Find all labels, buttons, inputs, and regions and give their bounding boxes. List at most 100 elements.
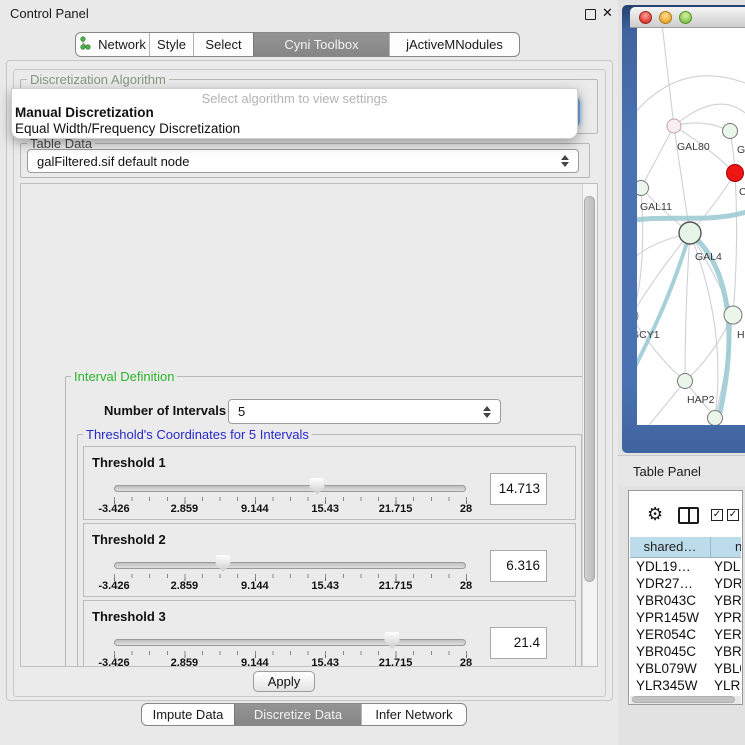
cell-shared-name[interactable]: YBL079W	[630, 661, 714, 678]
threshold-2-slider-track[interactable]	[114, 562, 466, 569]
table-row[interactable]: YBL079WYBL0	[630, 661, 741, 678]
tab-select[interactable]: Select	[193, 33, 253, 56]
cell-shared-name[interactable]: YER054C	[630, 627, 714, 644]
settings-scrollbar-thumb[interactable]	[584, 196, 595, 582]
tick-label: 9.144	[241, 657, 269, 667]
threshold-2-label: Threshold 2	[92, 532, 166, 547]
node-label-gal4: GAL4	[695, 251, 722, 263]
settings-scrollpane: Interval Definition Number of Intervals …	[20, 183, 598, 667]
gear-icon[interactable]: ⚙	[647, 504, 663, 525]
table-row[interactable]: YBR043CYBR0	[630, 593, 741, 610]
cell-shared-name[interactable]: YDR27…	[630, 576, 714, 593]
node-red	[727, 165, 744, 182]
tab-style[interactable]: Style	[149, 33, 193, 56]
cell-shared-name[interactable]: YBR043C	[630, 593, 714, 610]
threshold-2-value-field[interactable]: 6.316	[490, 550, 547, 582]
node-label-gal80: GAL80	[677, 141, 710, 153]
table-row[interactable]: YER054CYER0	[630, 627, 741, 644]
node-label-gal11: GAL11	[640, 201, 672, 213]
node-label-partial-ga: GA	[737, 144, 745, 156]
thresholds-group-title: Threshold's Coordinates for 5 Intervals	[83, 427, 312, 442]
tick-label: 15.43	[311, 657, 339, 667]
tab-jactivemnodules-label: jActiveMNodules	[406, 37, 503, 52]
bottom-tab-bar: Impute Data Discretize Data Infer Networ…	[141, 703, 467, 726]
table-row[interactable]: YLR345WYLR3	[630, 678, 741, 695]
threshold-3-value-field[interactable]: 21.4	[490, 627, 547, 659]
network-graph: GAL80 GAL11 GAL4 GCY1 HAP2 GA C H	[637, 28, 745, 425]
cell-name[interactable]: YLR3	[714, 678, 741, 695]
checkbox-icon[interactable]: ✓	[727, 509, 739, 521]
table-row[interactable]: YBR045CYBR0	[630, 644, 741, 661]
cell-name[interactable]: YER0	[714, 627, 741, 644]
cell-name[interactable]: YDR2	[714, 576, 741, 593]
node-top-right	[723, 124, 738, 139]
discretization-algorithm-group-title: Discretization Algorithm	[27, 72, 169, 87]
node-gal11	[637, 181, 649, 196]
cell-shared-name[interactable]: YDL19…	[630, 559, 714, 576]
threshold-1-slider-track[interactable]	[114, 485, 466, 492]
table-header-row: shared… n	[630, 537, 741, 558]
tick-label: 21.715	[379, 503, 413, 515]
tick-label: 9.144	[241, 503, 269, 515]
cell-shared-name[interactable]: YLR345W	[630, 678, 714, 695]
threshold-1-box: Threshold 1 -3.4262.8599.14415.4321.7152…	[83, 446, 576, 520]
close-traffic-light-icon[interactable]	[639, 11, 652, 24]
float-window-icon[interactable]	[585, 9, 596, 20]
tick-label: 2.859	[171, 580, 199, 592]
cell-name[interactable]: YDL1	[714, 559, 741, 576]
threshold-1-label: Threshold 1	[92, 455, 166, 470]
num-intervals-combo[interactable]: 5	[228, 399, 501, 424]
column-header-name[interactable]: n	[711, 537, 741, 557]
split-table-icon[interactable]	[678, 507, 699, 524]
checkbox-icon[interactable]: ✓	[711, 509, 723, 521]
tab-discretize-data[interactable]: Discretize Data	[234, 704, 361, 725]
cell-name[interactable]: YBL0	[714, 661, 741, 678]
algorithm-option-manual[interactable]: Manual Discretization	[15, 105, 154, 120]
num-intervals-value: 5	[238, 404, 245, 419]
tab-infer-network[interactable]: Infer Network	[361, 704, 466, 725]
tick-label: 28	[460, 657, 472, 667]
algorithm-hint: Select algorithm to view settings	[12, 91, 577, 106]
node-h	[724, 306, 742, 324]
tab-select-label: Select	[205, 37, 241, 52]
cell-name[interactable]: YBR0	[714, 593, 741, 610]
table-data-combo-value: galFiltered.sif default node	[37, 154, 189, 169]
slider-tick-labels: -3.4262.8599.14415.4321.71528	[114, 657, 466, 667]
node-gcy1	[637, 309, 638, 323]
table-row[interactable]: YDL19…YDL1	[630, 559, 741, 576]
num-intervals-label: Number of Intervals	[104, 403, 226, 418]
cell-name[interactable]: YPR1	[714, 610, 741, 627]
threshold-1-value-field[interactable]: 14.713	[490, 473, 547, 505]
tick-label: 9.144	[241, 580, 269, 592]
top-tab-bar: Network Style Select Cyni Toolbox jActiv…	[75, 32, 520, 57]
apply-button[interactable]: Apply	[253, 671, 315, 692]
tab-impute-data[interactable]: Impute Data	[142, 704, 234, 725]
table-hscrollbar-thumb[interactable]	[632, 696, 735, 703]
threshold-3-slider-track[interactable]	[114, 639, 466, 646]
cell-shared-name[interactable]: YPR145W	[630, 610, 714, 627]
slider-tick-labels: -3.4262.8599.14415.4321.71528	[114, 580, 466, 594]
network-icon	[79, 36, 92, 53]
table-data-combo[interactable]: galFiltered.sif default node	[27, 149, 579, 173]
tab-cyni-toolbox-label: Cyni Toolbox	[284, 37, 358, 52]
node-label-partial-c: C	[739, 186, 745, 198]
table-row[interactable]: YDR27…YDR2	[630, 576, 741, 593]
tab-network[interactable]: Network	[76, 33, 149, 56]
minimize-traffic-light-icon[interactable]	[659, 11, 672, 24]
tab-jactivemnodules[interactable]: jActiveMNodules	[389, 33, 519, 56]
interval-definition-group-title: Interval Definition	[71, 369, 177, 384]
tick-label: -3.426	[98, 580, 129, 592]
tick-label: 28	[460, 580, 472, 592]
algorithm-dropdown-popup: Select algorithm to view settings Manual…	[11, 88, 578, 139]
zoom-traffic-light-icon[interactable]	[679, 11, 692, 24]
column-header-shared[interactable]: shared…	[630, 537, 711, 557]
cell-shared-name[interactable]: YBR045C	[630, 644, 714, 661]
table-row[interactable]: YPR145WYPR1	[630, 610, 741, 627]
cell-name[interactable]: YBR0	[714, 644, 741, 661]
close-icon[interactable]: ✕	[602, 5, 613, 21]
network-canvas[interactable]: GAL80 GAL11 GAL4 GCY1 HAP2 GA C H	[637, 28, 745, 425]
node-label-gcy1: GCY1	[637, 329, 660, 341]
tab-cyni-toolbox[interactable]: Cyni Toolbox	[253, 33, 389, 56]
tick-label: -3.426	[98, 503, 129, 515]
algorithm-option-equal-width[interactable]: Equal Width/Frequency Discretization	[15, 121, 240, 136]
